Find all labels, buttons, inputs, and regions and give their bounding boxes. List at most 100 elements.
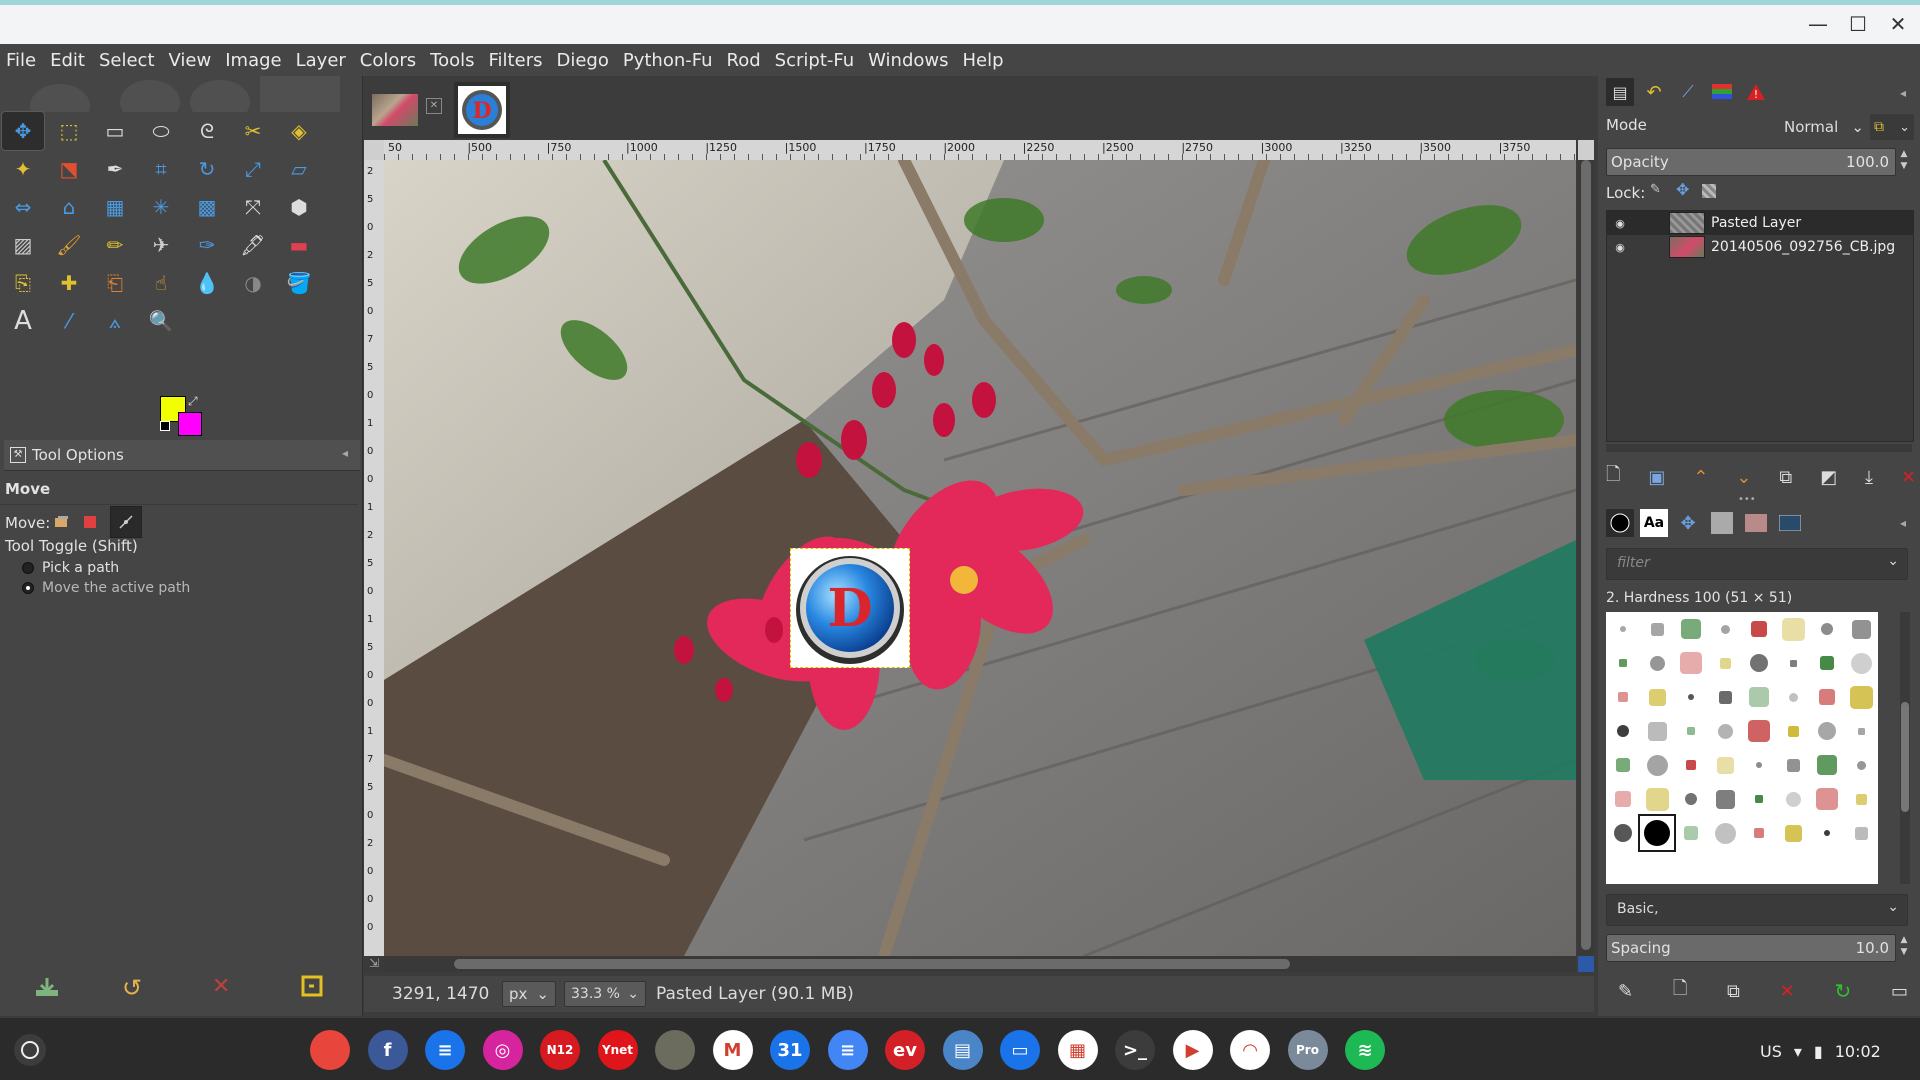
horizontal-ruler[interactable]: 50 |500 |750 |1000 |1250 |1500 |1750 |2000 |2250… bbox=[384, 140, 1576, 160]
lock-pixels-icon[interactable]: ✎ bbox=[1650, 182, 1661, 197]
layer-row[interactable]: ◉ 20140506_092756_CB.jpg bbox=[1607, 235, 1913, 259]
new-brush-icon[interactable]: 🗋 bbox=[1673, 976, 1687, 1006]
menu-python-fu[interactable]: Python-Fu bbox=[617, 50, 721, 71]
brush-cell[interactable] bbox=[1810, 714, 1844, 748]
terminal-app-icon[interactable]: >_ bbox=[1115, 1030, 1155, 1070]
spotify-app-icon[interactable]: ≋ bbox=[1345, 1030, 1385, 1070]
brush-cell[interactable] bbox=[1640, 612, 1674, 646]
spacing-slider[interactable]: Spacing 10.0 bbox=[1606, 934, 1896, 962]
visibility-eye-icon[interactable]: ◉ bbox=[1607, 241, 1633, 254]
brush-cell[interactable] bbox=[1742, 646, 1776, 680]
gmail-app-icon[interactable]: M bbox=[712, 1030, 753, 1070]
brush-cell[interactable] bbox=[1776, 816, 1810, 850]
perspective-clone-tool[interactable]: ⎗ bbox=[94, 264, 136, 302]
blur-tool[interactable]: 💧 bbox=[186, 264, 228, 302]
chrome-app-icon[interactable] bbox=[310, 1030, 350, 1070]
pro-app-icon[interactable]: Pro bbox=[1287, 1030, 1328, 1070]
foreground-select-tool[interactable]: ◈ bbox=[278, 112, 320, 150]
tool-options-tab[interactable]: ⚒ Tool Options ◂ bbox=[4, 440, 360, 471]
free-select-tool[interactable]: ᘓ bbox=[186, 112, 228, 150]
scale-tool[interactable]: ⤢ bbox=[232, 150, 274, 188]
navigate-icon[interactable] bbox=[1578, 956, 1594, 972]
zoom-select[interactable]: 33.3 % ⌄ bbox=[564, 981, 646, 1007]
images-tab-icon[interactable] bbox=[1742, 509, 1770, 537]
minimize-button[interactable]: — bbox=[1803, 10, 1833, 38]
brush-cell[interactable] bbox=[1708, 748, 1742, 782]
unified-transform-tool[interactable]: ▦ bbox=[94, 188, 136, 226]
docs-app-icon[interactable]: ≡ bbox=[827, 1030, 868, 1070]
menu-filters[interactable]: Filters bbox=[483, 50, 551, 71]
spacing-spin-buttons[interactable]: ▲ ▼ bbox=[1896, 934, 1912, 960]
radio-option[interactable]: Pick a path bbox=[22, 558, 190, 578]
save-options-button[interactable] bbox=[34, 976, 60, 1002]
brush-cell[interactable] bbox=[1810, 680, 1844, 714]
vertical-ruler[interactable]: 2 5 0 2 5 0 7 5 0 1 0 0 1 2 5 0 1 5 0 0 1 7 5 0 2 0 0 0 bbox=[364, 160, 384, 956]
delete-layer-icon[interactable]: ✕ bbox=[1901, 467, 1916, 488]
text-tool[interactable]: A bbox=[2, 302, 44, 340]
messages-app-icon[interactable]: ≡ bbox=[425, 1030, 465, 1070]
move-tool[interactable]: ✥ bbox=[1, 111, 45, 151]
brush-cell[interactable] bbox=[1844, 714, 1878, 748]
play-store-app-icon[interactable]: ▶ bbox=[1172, 1030, 1213, 1070]
radio-option[interactable]: Move the active path bbox=[22, 578, 190, 598]
brush-cell[interactable] bbox=[1640, 748, 1674, 782]
image-tab-photo-thumbnail[interactable] bbox=[372, 94, 418, 126]
brush-cell[interactable] bbox=[1810, 782, 1844, 816]
brush-cell[interactable] bbox=[1606, 714, 1640, 748]
ynet-app-icon[interactable]: Ynet bbox=[597, 1030, 638, 1070]
brush-cell[interactable] bbox=[1708, 612, 1742, 646]
edit-brush-icon[interactable]: ✎ bbox=[1618, 981, 1633, 1002]
merge-down-icon[interactable]: ⤓ bbox=[1865, 467, 1873, 488]
warp-tool[interactable]: ⤧ bbox=[232, 188, 274, 226]
rotate-tool[interactable]: ↻ bbox=[186, 150, 228, 188]
unit-select[interactable]: px ⌄ bbox=[502, 981, 556, 1007]
layers-tab-icon[interactable]: ▤ bbox=[1606, 78, 1634, 106]
reset-mode-button[interactable]: ⧉ ⌄ bbox=[1870, 114, 1914, 140]
brush-cell[interactable] bbox=[1606, 646, 1640, 680]
menu-layer[interactable]: Layer bbox=[290, 50, 354, 71]
airbrush-tool[interactable]: ✈ bbox=[140, 226, 182, 264]
brush-cell[interactable] bbox=[1844, 646, 1878, 680]
perspective-tool[interactable]: ⌂ bbox=[48, 188, 90, 226]
scrollbar-thumb[interactable] bbox=[1581, 160, 1591, 950]
scrollbar-thumb[interactable] bbox=[454, 959, 1290, 969]
new-layer-icon[interactable]: 🗋 bbox=[1606, 462, 1620, 492]
launcher-button[interactable] bbox=[14, 1034, 46, 1066]
smudge-tool[interactable]: ☝ bbox=[140, 264, 182, 302]
brush-cell[interactable] bbox=[1674, 782, 1708, 816]
warning-tab-icon[interactable]: ! bbox=[1742, 78, 1770, 106]
configure-tab-icon[interactable]: ◂ bbox=[1900, 86, 1906, 100]
measure-tool[interactable]: ⟑ bbox=[94, 302, 136, 340]
clone-tool[interactable]: ⎘ bbox=[2, 264, 44, 302]
restore-options-button[interactable]: ↺ bbox=[122, 974, 142, 1002]
chrome-remote-app-icon[interactable]: ◠ bbox=[1230, 1030, 1270, 1070]
duplicate-brush-icon[interactable]: ⧉ bbox=[1727, 981, 1740, 1002]
brush-cell[interactable] bbox=[1640, 782, 1674, 816]
brush-cell[interactable] bbox=[1810, 748, 1844, 782]
facebook-app-icon[interactable]: f bbox=[367, 1030, 408, 1070]
scissors-tool[interactable]: ✂ bbox=[232, 112, 274, 150]
patterns-tab-icon[interactable] bbox=[1708, 509, 1736, 537]
undo-history-tab-icon[interactable]: ↶ bbox=[1640, 78, 1668, 106]
files-app-icon[interactable]: ▭ bbox=[1000, 1030, 1040, 1070]
brush-cell[interactable] bbox=[1742, 748, 1776, 782]
scrollbar-thumb[interactable] bbox=[1901, 702, 1909, 812]
delete-options-button[interactable]: ✕ bbox=[212, 974, 230, 999]
menu-diego[interactable]: Diego bbox=[550, 50, 616, 71]
brush-cell[interactable] bbox=[1776, 612, 1810, 646]
brush-cell[interactable] bbox=[1844, 612, 1878, 646]
move-layer-button[interactable] bbox=[50, 510, 74, 534]
heal-tool[interactable]: ✚ bbox=[48, 264, 90, 302]
move-selection-button[interactable] bbox=[78, 510, 102, 534]
brush-cell[interactable] bbox=[1708, 646, 1742, 680]
menu-windows[interactable]: Windows bbox=[862, 50, 956, 71]
background-color-swatch[interactable] bbox=[178, 412, 202, 436]
default-colors-icon[interactable] bbox=[160, 421, 170, 431]
document-history-tab-icon[interactable] bbox=[1776, 509, 1804, 537]
refresh-brushes-icon[interactable]: ↻ bbox=[1834, 979, 1851, 1003]
lock-position-icon[interactable]: ✥ bbox=[1676, 180, 1689, 199]
brush-cell[interactable] bbox=[1708, 680, 1742, 714]
n12-app-icon[interactable]: N12 bbox=[540, 1030, 580, 1070]
fuzzy-select-tool[interactable]: ✦ bbox=[2, 150, 44, 188]
brush-grid-scrollbar[interactable] bbox=[1900, 612, 1910, 884]
